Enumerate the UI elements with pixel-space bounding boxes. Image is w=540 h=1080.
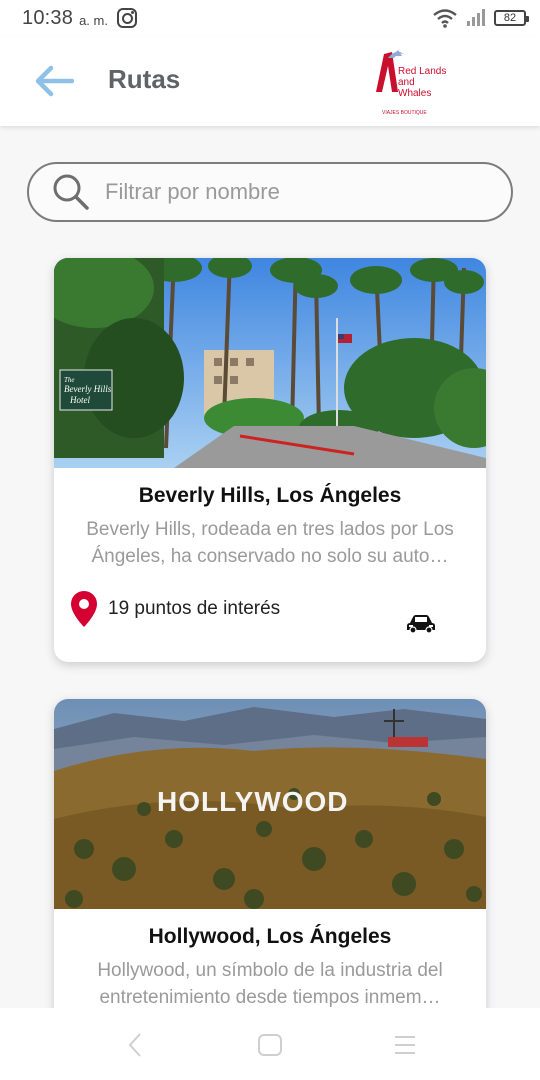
car-icon	[407, 615, 435, 634]
hollywood-sign-text: HOLLYWOOD	[157, 786, 349, 817]
route-title: Beverly Hills, Los Ángeles	[138, 484, 402, 507]
search-icon	[53, 174, 89, 210]
map-pin-icon	[71, 591, 97, 627]
screen: 10:38 a. m. 82 Rutas Red Lands and Whale…	[0, 0, 540, 1080]
poi-count-text: 19 puntos de interés	[108, 598, 281, 619]
nav-back-icon	[128, 1033, 141, 1057]
status-icons: 82	[432, 8, 529, 28]
arrow-left-icon	[35, 65, 74, 97]
app-bar: Rutas Red Lands and Whales VIAJES BOUTIQ…	[0, 36, 540, 126]
route-description: Hollywood, un símbolo de la industria de…	[97, 960, 443, 1008]
status-bar: 10:38 a. m. 82	[0, 0, 540, 36]
nav-back-button[interactable]	[120, 1030, 150, 1060]
nav-home-button[interactable]	[255, 1030, 285, 1060]
sign-text-the: The	[64, 376, 75, 384]
route-card-hollywood[interactable]: HOLLYWOOD Hollywood, Los Ángeles Hollywo…	[54, 699, 486, 1029]
route-description: Beverly Hills, rodeada en tres lados por…	[86, 519, 454, 567]
search-box[interactable]	[27, 162, 513, 222]
logo-text-line1: Red Lands and	[398, 66, 447, 88]
wifi-icon	[433, 9, 457, 28]
route-footer: 19 puntos de interés	[54, 570, 486, 650]
logo-text-line2: Whales	[398, 88, 432, 99]
nav-home-icon	[258, 1034, 282, 1056]
nav-menu-icon	[395, 1036, 415, 1054]
status-time: 10:38	[22, 6, 74, 29]
route-image-beverly-hills: The Beverly Hills Hotel	[54, 258, 486, 468]
brand-logo: Red Lands and Whales VIAJES BOUTIQUE	[368, 44, 454, 120]
route-title: Hollywood, Los Ángeles	[148, 925, 392, 948]
search-input[interactable]	[105, 179, 485, 205]
route-card-beverly-hills[interactable]: The Beverly Hills Hotel Beverly Hills, L…	[54, 258, 486, 662]
logo-text: Red Lands and Whales	[398, 66, 454, 99]
page-title: Rutas	[108, 64, 181, 94]
sign-text-hotel: Hotel	[69, 395, 90, 405]
logo-tagline: VIAJES BOUTIQUE	[382, 110, 427, 116]
nav-menu-button[interactable]	[390, 1030, 420, 1060]
sign-text-beverly-hills: Beverly Hills	[64, 384, 112, 394]
instagram-icon	[116, 8, 137, 28]
status-ampm: a. m.	[79, 12, 108, 28]
poi-count: 19 puntos de interés	[70, 590, 280, 628]
back-button[interactable]	[28, 60, 80, 102]
battery-icon: 82	[494, 10, 529, 26]
system-nav-bar	[0, 1008, 540, 1080]
signal-icon	[467, 9, 485, 26]
route-image-hollywood: HOLLYWOOD	[54, 699, 486, 909]
